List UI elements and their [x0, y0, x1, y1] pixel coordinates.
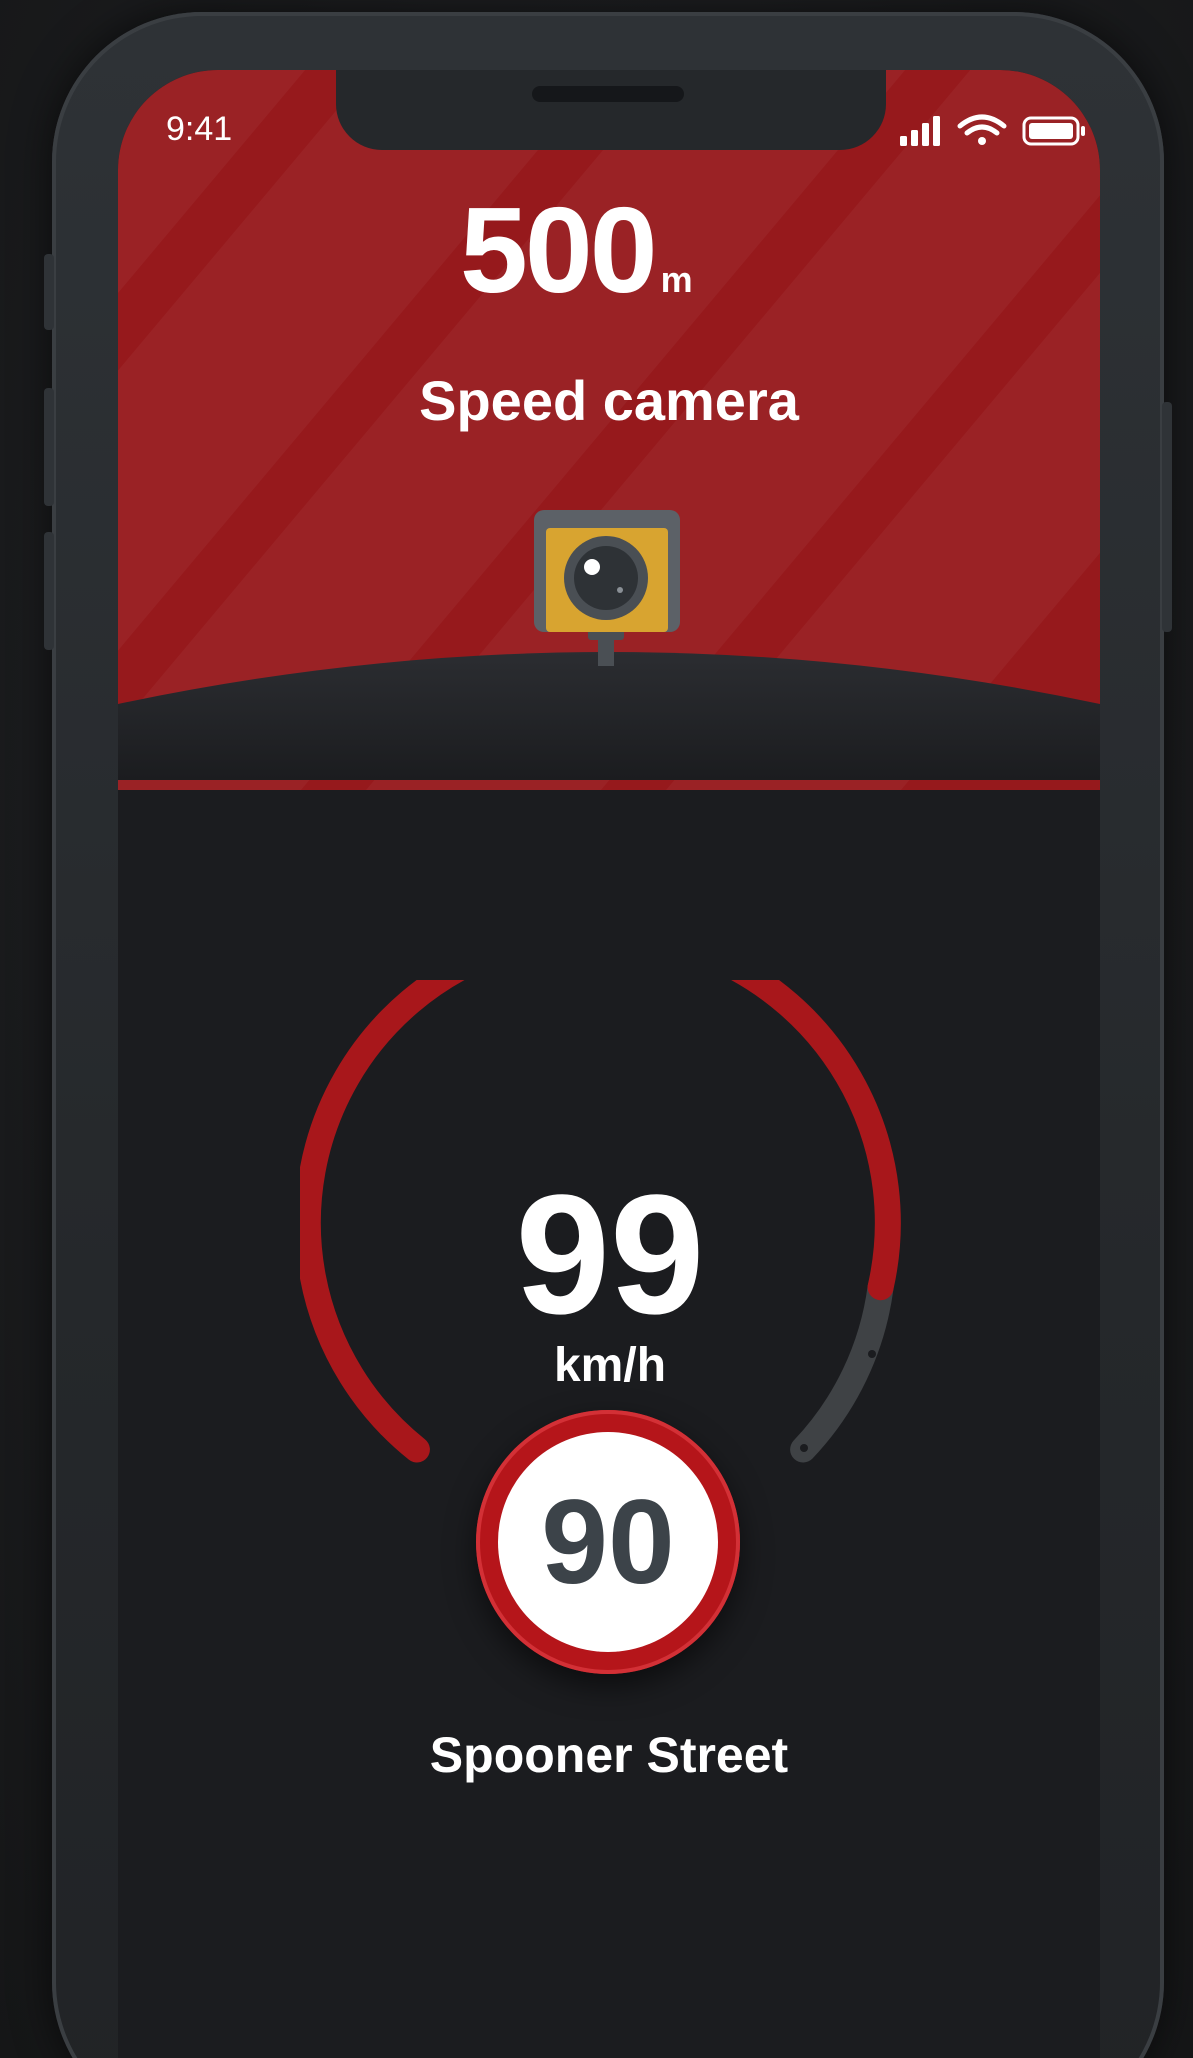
status-time: 9:41 — [166, 110, 233, 148]
distance-value: 500 — [460, 182, 658, 318]
distance-readout: 500 m — [460, 180, 780, 320]
volume-up-button — [44, 388, 54, 506]
speed-unit: km/h — [553, 1339, 667, 1392]
speed-limit-value: 90 — [498, 1432, 718, 1652]
status-icons — [900, 114, 1085, 146]
signal-icon — [900, 116, 940, 146]
speaker-grille — [532, 86, 684, 102]
distance-unit: m — [660, 259, 693, 300]
wifi-icon — [957, 114, 1007, 145]
gauge-tick-dot — [868, 1350, 876, 1358]
volume-down-button — [44, 532, 54, 650]
current-speed: 99 — [515, 1160, 705, 1350]
speed-camera-icon — [534, 510, 680, 666]
mute-switch — [44, 254, 54, 330]
alert-label: Speed camera — [419, 369, 799, 432]
street-name: Spooner Street — [429, 1727, 789, 1783]
notch — [336, 70, 886, 150]
app-mockup: 9:41 500 m Speed camera 99 km/h 90 Spoon… — [0, 0, 1193, 2058]
power-button — [1162, 402, 1172, 632]
battery-icon — [1022, 116, 1085, 146]
gauge-end-dot — [800, 1444, 808, 1452]
speed-limit-sign: 90 — [476, 1410, 740, 1674]
